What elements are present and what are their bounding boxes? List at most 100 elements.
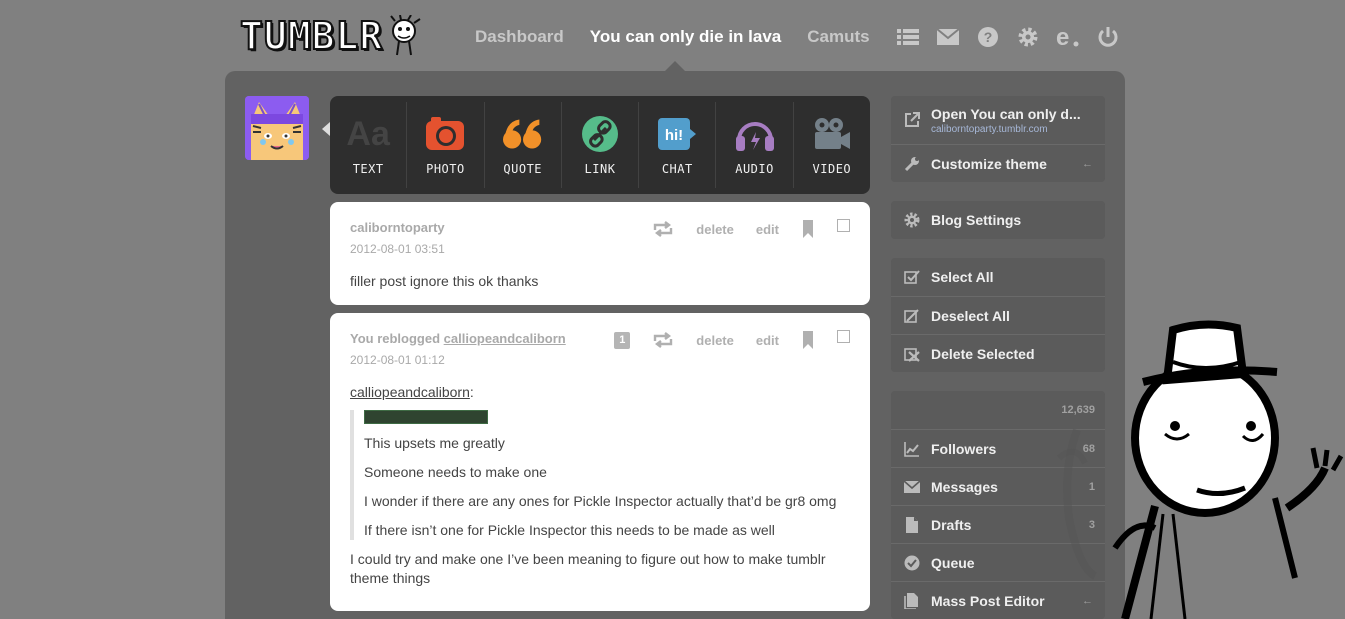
quote-line: I wonder if there are any ones for Pickl…: [364, 493, 837, 509]
list-icon[interactable]: [896, 25, 920, 49]
post-photo-button[interactable]: PHOTO: [407, 102, 485, 188]
blockquote: This upsets me greatly Someone needs to …: [350, 410, 850, 540]
post-type-label: TEXT: [352, 162, 384, 176]
post-box-caret: [322, 122, 330, 136]
reply-text: I could try and make one I’ve been meani…: [350, 551, 826, 586]
post-type-label: AUDIO: [735, 162, 774, 176]
select-checkbox[interactable]: [837, 218, 850, 232]
post-date: 2012-08-01 01:12: [350, 353, 445, 367]
sidebar-blog-group: Open You can only d... caliborntoparty.t…: [891, 96, 1105, 182]
deselect-all-label: Deselect All: [931, 307, 1010, 324]
post-video-button[interactable]: VIDEO: [794, 102, 870, 188]
gear-icon: [903, 211, 921, 229]
blog-settings-label: Blog Settings: [931, 212, 1022, 228]
notes-count-badge[interactable]: 1: [614, 331, 631, 349]
logo-text: TUMBLR: [239, 13, 384, 59]
svg-text:hi!: hi!: [665, 127, 683, 144]
camera-icon: [425, 114, 465, 154]
stacked-documents-icon: [903, 592, 921, 610]
graph-icon: [903, 440, 921, 458]
delete-button[interactable]: delete: [696, 333, 734, 348]
reblog-icon[interactable]: [652, 332, 674, 348]
e-icon[interactable]: e: [1056, 25, 1080, 49]
link-icon: [580, 114, 620, 154]
post-card: You reblogged calliopeandcaliborn 2012-0…: [330, 313, 870, 611]
mail-icon: [903, 478, 921, 496]
select-all-button[interactable]: Select All: [891, 258, 1105, 296]
gear-icon[interactable]: [1016, 25, 1040, 49]
external-link-icon: [903, 111, 921, 129]
bookmark-icon[interactable]: [803, 331, 813, 349]
avatar[interactable]: [245, 96, 309, 160]
tumblr-logo[interactable]: TUMBLR: [239, 13, 423, 59]
power-icon[interactable]: [1096, 25, 1120, 49]
post-date: 2012-08-01 03:51: [350, 242, 445, 256]
check-circle-icon: [903, 554, 921, 572]
bookmark-icon[interactable]: [803, 220, 813, 238]
customize-theme-label: Customize theme: [931, 155, 1047, 172]
post-author[interactable]: caliborntoparty: [350, 220, 445, 235]
svg-text:e: e: [1056, 26, 1069, 48]
top-nav: Dashboard You can only die in lava Camut…: [475, 24, 1136, 50]
select-checkbox[interactable]: [837, 329, 850, 343]
post-card: caliborntoparty 2012-08-01 03:51 delete …: [330, 202, 870, 305]
post-link-button[interactable]: LINK: [562, 102, 640, 188]
customize-theme-link[interactable]: Customize theme ←: [891, 144, 1105, 182]
mass-post-editor-label: Mass Post Editor: [931, 592, 1045, 609]
delete-button[interactable]: delete: [696, 222, 734, 237]
reblog-prefix: You reblogged: [350, 331, 444, 346]
quote-icon: [502, 114, 543, 154]
post-type-label: PHOTO: [426, 162, 465, 176]
select-all-label: Select All: [931, 269, 994, 285]
open-blog-link[interactable]: Open You can only d... caliborntoparty.t…: [891, 96, 1105, 144]
messages-label: Messages: [931, 478, 998, 495]
logo-mascot-icon: [390, 15, 421, 56]
nav-dashboard[interactable]: Dashboard: [475, 27, 564, 47]
delete-icon: [903, 345, 921, 363]
open-blog-label: Open You can only d...: [931, 105, 1081, 122]
blog-settings-link[interactable]: Blog Settings: [891, 201, 1105, 239]
post-type-label: LINK: [584, 162, 616, 176]
followers-label: Followers: [931, 440, 997, 457]
edit-button[interactable]: edit: [756, 333, 779, 348]
post-type-label: QUOTE: [503, 162, 543, 176]
document-icon: [903, 516, 921, 534]
post-body: filler post ignore this ok thanks: [350, 273, 539, 289]
edit-button[interactable]: edit: [756, 222, 779, 237]
select-all-icon: [903, 268, 921, 286]
post-type-label: CHAT: [661, 162, 693, 176]
video-camera-icon: [812, 114, 852, 154]
source-line: calliopeandcaliborn:: [350, 383, 850, 402]
deselect-all-icon: [903, 307, 921, 325]
reblog-icon[interactable]: [652, 221, 674, 237]
meme-gentleman-illustration: [1056, 320, 1344, 619]
blog-url: caliborntoparty.tumblr.com: [931, 123, 1048, 135]
post-body: calliopeandcaliborn: This upsets me grea…: [350, 383, 850, 588]
delete-selected-label: Delete Selected: [931, 345, 1035, 362]
reblog-source-link[interactable]: calliopeandcaliborn: [444, 331, 566, 346]
mail-icon[interactable]: [936, 25, 960, 49]
wrench-icon: [903, 155, 921, 173]
embedded-screenshot-image[interactable]: [364, 410, 488, 424]
post-type-bar: Aa TEXT PHOTO QUOTE LINK hi! CHAT AUDIO: [330, 96, 870, 194]
post-audio-button[interactable]: AUDIO: [716, 102, 794, 188]
post-header: You reblogged calliopeandcaliborn 2012-0…: [350, 329, 850, 367]
post-quote-button[interactable]: QUOTE: [485, 102, 562, 188]
text-icon: Aa: [346, 114, 390, 153]
queue-label: Queue: [931, 554, 975, 571]
post-type-label: VIDEO: [812, 162, 852, 176]
source-blog-link[interactable]: calliopeandcaliborn: [350, 384, 470, 400]
headphones-icon: [735, 114, 775, 154]
nav-current-blog[interactable]: You can only die in lava: [590, 27, 781, 47]
svg-text:?: ?: [983, 29, 992, 45]
source-colon: :: [469, 384, 474, 400]
post-text-button[interactable]: Aa TEXT: [330, 102, 408, 188]
quote-line: This upsets me greatly: [364, 435, 505, 451]
chat-icon: hi!: [657, 114, 697, 154]
post-chat-button[interactable]: hi! CHAT: [639, 102, 717, 188]
top-bar: TUMBLR Dashboard You can only die in lav…: [0, 0, 1345, 72]
help-icon[interactable]: ?: [976, 25, 1000, 49]
nav-second-blog[interactable]: Camuts: [807, 27, 869, 47]
drafts-label: Drafts: [931, 516, 972, 533]
post-header: caliborntoparty 2012-08-01 03:51 delete …: [350, 218, 850, 256]
